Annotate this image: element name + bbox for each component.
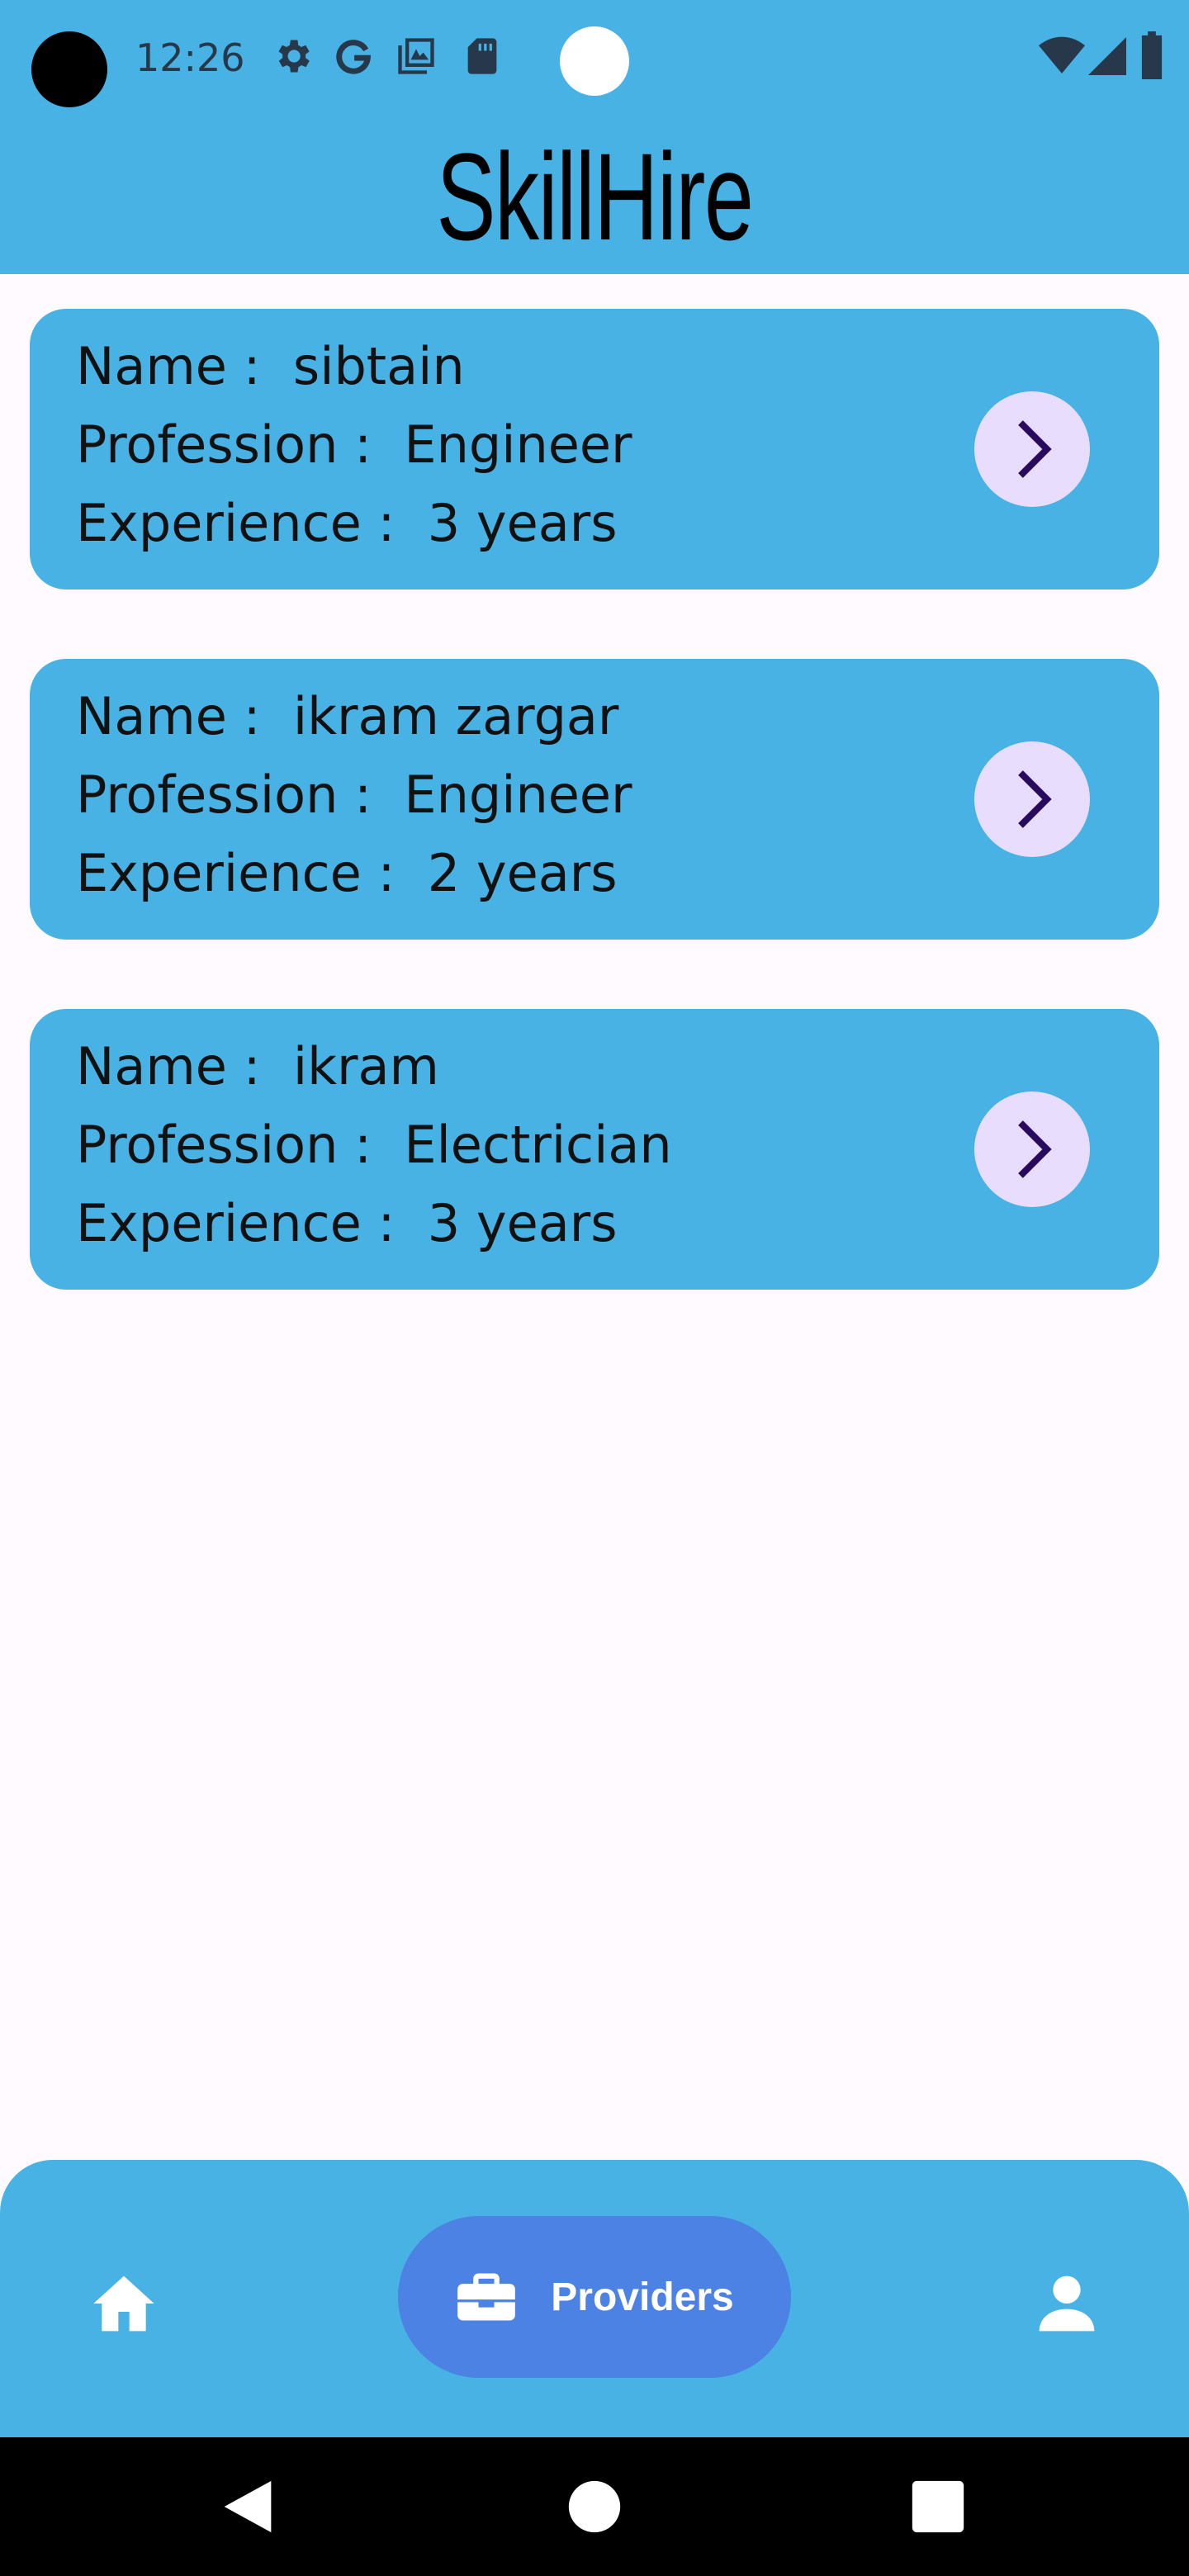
provider-name: Name : sibtain: [76, 336, 465, 396]
chevron-right-icon: [1018, 1120, 1052, 1178]
open-provider-button[interactable]: [974, 741, 1090, 857]
app-title: SkillHire: [436, 127, 754, 266]
sd-card-icon: [467, 38, 497, 74]
provider-card[interactable]: Name : ikram zargar Profession : Enginee…: [30, 659, 1159, 940]
google-icon: [336, 40, 372, 74]
provider-card[interactable]: Name : ikram Profession : Electrician Ex…: [30, 1009, 1159, 1290]
briefcase-icon: [457, 2273, 516, 2321]
recents-icon[interactable]: [910, 2479, 966, 2535]
provider-experience: Experience : 3 years: [76, 493, 618, 553]
back-icon[interactable]: [220, 2479, 276, 2535]
app-screen: 12:26 SkillHire Name: sibtain Professio…: [0, 0, 1189, 2576]
camera-cutout: [31, 31, 107, 107]
battery-icon: [1141, 31, 1163, 79]
provider-experience: Experience : 2 years: [76, 843, 618, 903]
provider-profession: Profession : Electrician: [76, 1115, 672, 1175]
nav-providers-tab[interactable]: Providers: [398, 2216, 791, 2378]
front-sensor: [560, 26, 629, 96]
chevron-right-icon: [1018, 420, 1052, 478]
provider-profession: Profession : Engineer: [76, 414, 632, 475]
bottom-navigation: Providers: [0, 2160, 1189, 2437]
provider-profession: Profession : Engineer: [76, 765, 632, 825]
provider-name: Name : ikram: [76, 1036, 439, 1096]
gallery-icon: [398, 38, 434, 74]
nav-providers-label: Providers: [551, 2275, 734, 2319]
person-icon[interactable]: [1034, 2271, 1100, 2337]
wifi-icon: [1039, 36, 1085, 73]
gear-icon: [278, 40, 310, 73]
system-navigation-bar: [0, 2437, 1189, 2576]
status-time: 12:26: [135, 36, 245, 80]
provider-name: Name : ikram zargar: [76, 686, 619, 746]
open-provider-button[interactable]: [974, 391, 1090, 507]
signal-icon: [1088, 37, 1126, 75]
open-provider-button[interactable]: [974, 1091, 1090, 1207]
provider-card[interactable]: Name : sibtain Profession : Engineer Exp…: [30, 309, 1159, 590]
home-icon[interactable]: [91, 2271, 157, 2337]
chevron-right-icon: [1018, 770, 1052, 828]
app-header: 12:26 SkillHire: [0, 0, 1189, 274]
provider-experience: Experience : 3 years: [76, 1193, 618, 1253]
home-circle-icon[interactable]: [566, 2479, 623, 2535]
status-bar: 12:26: [0, 0, 1189, 116]
